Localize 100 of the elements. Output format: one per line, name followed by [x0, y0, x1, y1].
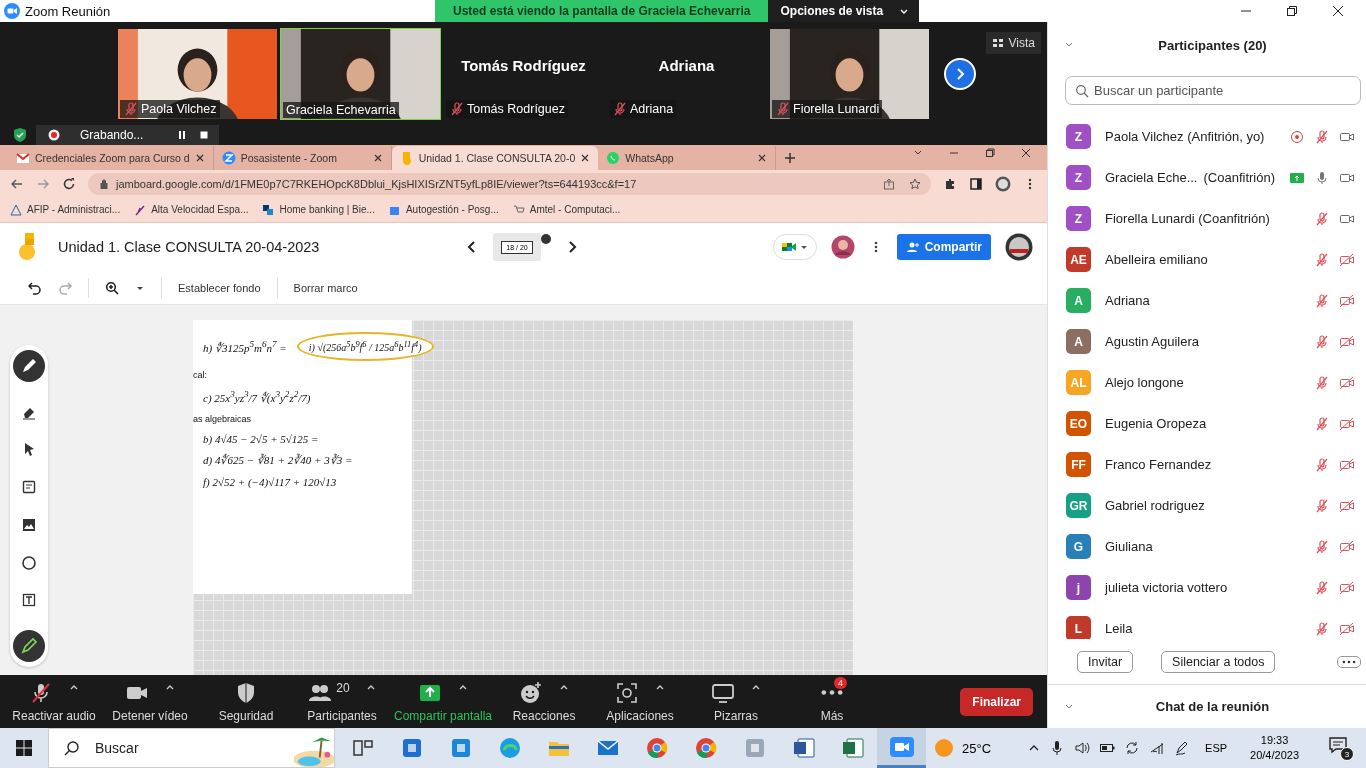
chat-bubble-icon: [606, 150, 621, 165]
sticky-note-icon[interactable]: [21, 479, 37, 496]
weather-temperature[interactable]: 25°C: [962, 740, 992, 756]
panel-button[interactable]: Invitar: [1077, 650, 1134, 673]
profile-avatar-icon[interactable]: [995, 175, 1011, 192]
toolbar-button[interactable]: Reactivar audio: [6, 675, 102, 728]
document-title[interactable]: Unidad 1. Clase CONSULTA 20-04-2023: [58, 239, 320, 256]
mail-icon: [16, 150, 30, 165]
video-tile[interactable]: Adriana Adriana: [606, 27, 767, 120]
language-indicator[interactable]: ESP: [1205, 742, 1228, 754]
close-icon[interactable]: [1332, 5, 1344, 17]
participant-name: Franco Fernandez: [1105, 457, 1212, 472]
close-tab-icon[interactable]: [194, 152, 205, 163]
record-icon: [48, 129, 60, 141]
participant-row[interactable]: Z Paola Vilchez (Anfitrión, yo): [1048, 116, 1366, 157]
sync-icon[interactable]: [1124, 740, 1141, 756]
panel-button[interactable]: Silenciar a todos: [1161, 650, 1276, 673]
participant-row[interactable]: A Agustin Aguilera: [1048, 321, 1366, 362]
notification-button[interactable]: 3: [1328, 735, 1354, 761]
toolbar-button[interactable]: Compartir pantalla: [390, 675, 497, 728]
bookmark[interactable]: Home banking | Bie...: [262, 203, 375, 216]
account-avatar-icon[interactable]: [1005, 233, 1033, 262]
participant-row[interactable]: AL Alejo longone: [1048, 362, 1366, 403]
participant-name: Eugenia Oropeza: [1105, 416, 1207, 431]
participant-row[interactable]: GR Gabriel rodriguez: [1048, 485, 1366, 526]
wifi-icon[interactable]: [1149, 740, 1166, 756]
toolbar-button[interactable]: Borrar marco: [293, 282, 358, 295]
participant-row[interactable]: G Giuliana: [1048, 526, 1366, 567]
sidebar-icon[interactable]: [969, 176, 983, 191]
toolbar-button[interactable]: Establecer fondo: [178, 282, 261, 295]
toolbar-button[interactable]: Pizarras: [688, 675, 785, 728]
avatar: Z: [1066, 124, 1091, 149]
toolbar-button[interactable]: Seguridad: [198, 675, 294, 728]
video-tile[interactable]: Graciela Echevarria: [280, 27, 441, 120]
stop-icon[interactable]: [199, 130, 210, 140]
view-button[interactable]: Vista: [985, 32, 1041, 54]
pause-icon[interactable]: [177, 130, 188, 140]
toolbar-button[interactable]: Detener vídeo: [102, 675, 198, 728]
zoom-icon[interactable]: [105, 281, 119, 296]
toolbar-button[interactable]: 20 Participantes: [294, 675, 390, 728]
share-button[interactable]: Compartir: [896, 234, 991, 261]
bookmark[interactable]: Autogestión - Posg...: [388, 203, 499, 216]
window-title: Zoom Reunión: [25, 3, 111, 19]
participant-row[interactable]: Z Fiorella Lunardi (Coanfitrión): [1048, 198, 1366, 239]
new-tab-icon[interactable]: [784, 151, 797, 164]
end-meeting-button[interactable]: Finalizar: [960, 687, 1033, 716]
sun-icon: [934, 738, 954, 758]
user-avatar-icon[interactable]: [830, 235, 855, 260]
participant-row[interactable]: EO Eugenia Oropeza: [1048, 403, 1366, 444]
reload-icon[interactable]: [62, 176, 76, 191]
participant-row[interactable]: AE Abelleira emiliano: [1048, 239, 1366, 280]
participant-name: Abelleira emiliano: [1105, 252, 1208, 267]
math-expression: d) 4∜625 − ∛81 + 2∛40 + 3∛3 =: [203, 454, 353, 467]
extensions-icon[interactable]: [943, 176, 957, 191]
restore-icon[interactable]: [985, 148, 995, 159]
participant-row[interactable]: FF Franco Fernandez: [1048, 444, 1366, 485]
participant-name: Leila: [1105, 621, 1133, 636]
more-button[interactable]: [1337, 655, 1362, 668]
toolbar-button[interactable]: Aplicaciones: [592, 675, 689, 728]
undo-icon[interactable]: [28, 281, 42, 296]
star-icon[interactable]: [909, 177, 921, 190]
toolbar-button[interactable]: 4 Más: [784, 675, 881, 728]
start-icon[interactable]: [16, 740, 32, 756]
laser-tool-icon[interactable]: [13, 629, 45, 662]
share-icon[interactable]: [883, 177, 895, 190]
excel-icon: [840, 736, 865, 760]
restore-icon[interactable]: [1286, 5, 1298, 17]
bookmark[interactable]: AFIP - Administraci...: [10, 203, 121, 216]
browser-tab[interactable]: WhatsApp: [598, 145, 777, 170]
participant-row[interactable]: Z Graciela Eche... (Coanfitrión): [1048, 157, 1366, 198]
participant-row[interactable]: j julieta victoria vottero: [1048, 567, 1366, 608]
close-tab-icon[interactable]: [580, 152, 591, 163]
participant-row[interactable]: A Adriana: [1048, 280, 1366, 321]
speaker-icon[interactable]: [1074, 740, 1091, 756]
browser-tab[interactable]: Unidad 1. Clase CONSULTA 20-0: [391, 145, 599, 170]
participant-row[interactable]: L Leila: [1048, 608, 1366, 639]
close-tab-icon[interactable]: [757, 152, 768, 163]
next-page-button[interactable]: [944, 57, 976, 90]
video-tile[interactable]: Fiorella Lunardi: [769, 27, 930, 120]
toolbar-button[interactable]: Reacciones: [496, 675, 593, 728]
video-tile[interactable]: Paola Vilchez: [117, 27, 278, 120]
close-tab-icon[interactable]: [372, 152, 383, 163]
bookmark[interactable]: Amtel - Computaci...: [512, 203, 621, 216]
close-icon[interactable]: [1021, 148, 1031, 159]
search-field[interactable]: Buscar un participante: [1065, 76, 1362, 105]
edge-icon: [497, 736, 522, 760]
math-expression: f) 2√52 + (−4)√117 + 120√13: [203, 476, 337, 488]
address-field[interactable]: jamboard.google.com/d/1FME0p7C7RKEHOpcK8Dblui_KjsHIXISrZNT5yfLp8IE/viewer?ts=644193cc&f=17: [88, 172, 931, 195]
text-box-icon[interactable]: [21, 592, 37, 609]
taskbar-app[interactable]: [877, 728, 926, 768]
image-tool-icon[interactable]: [21, 516, 37, 533]
pen-tool-icon[interactable]: [13, 350, 45, 382]
video-tile[interactable]: Tomás Rodríguez Tomás Rodríguez: [443, 27, 604, 120]
lock-icon[interactable]: [98, 177, 110, 190]
clock[interactable]: 19:33 20/4/2023: [1250, 733, 1299, 763]
bookmark[interactable]: Alta Velocidad Espa...: [134, 203, 249, 216]
browser-tab[interactable]: Posasistente - Zoom: [213, 145, 392, 170]
view-options-button[interactable]: Opciones de vista: [768, 0, 920, 22]
circle-tool-icon[interactable]: [21, 554, 37, 571]
browser-tab[interactable]: Credenciales Zoom para Curso d: [8, 145, 214, 170]
